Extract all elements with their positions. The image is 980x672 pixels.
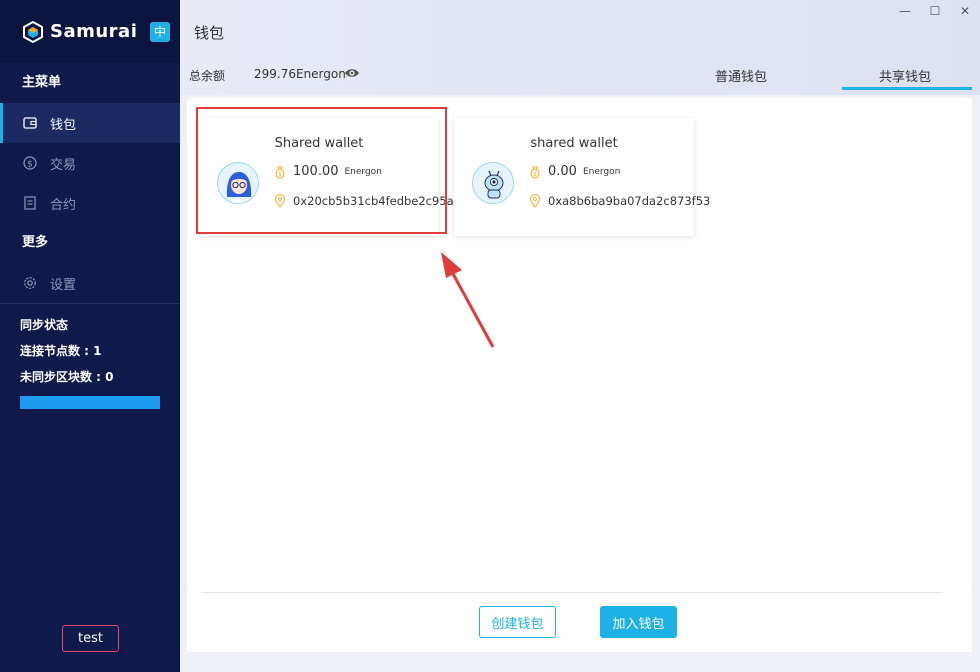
money-bag-icon: $: [530, 165, 540, 179]
close-icon[interactable]: ✕: [958, 4, 972, 18]
sidebar-item-transaction[interactable]: $ 交易: [0, 143, 180, 183]
wallet-unit: Energon: [582, 166, 621, 177]
sidebar: Samurai 中 主菜单 钱包 $ 交易 合约 更多 设置 同步状态 连接节点…: [0, 0, 180, 672]
unsynced-blocks-label: 未同步区块数 :: [20, 370, 106, 384]
robot-avatar-icon: [472, 162, 514, 204]
top-bar: 钱包 — ☐ ✕ 总余额 299.76Energon 普通钱包 共享钱包: [180, 0, 980, 95]
svg-text:$: $: [27, 160, 33, 170]
wallet-name: shared wallet: [530, 136, 618, 151]
sync-status: 同步状态 连接节点数 : 1 未同步区块数 : 0: [0, 304, 180, 417]
sidebar-item-label: 设置: [50, 277, 77, 293]
sync-title: 同步状态: [20, 318, 69, 332]
unsynced-blocks: 未同步区块数 : 0: [20, 364, 160, 390]
join-wallet-button[interactable]: 加入钱包: [600, 606, 677, 638]
sidebar-item-wallet[interactable]: 钱包: [0, 103, 180, 143]
action-bar-divider: [202, 592, 942, 593]
dollar-circle-icon: $: [22, 155, 38, 171]
minimize-icon[interactable]: —: [898, 4, 912, 18]
wallet-card[interactable]: shared wallet $ 0.00 Energon 0xa8b6ba9ba…: [454, 118, 710, 236]
more-title: 更多: [22, 235, 49, 250]
window-controls: — ☐ ✕: [898, 4, 972, 18]
contract-icon: [22, 195, 38, 211]
sidebar-item-settings[interactable]: 设置: [0, 263, 180, 303]
page-title: 钱包: [194, 24, 225, 42]
samurai-logo-icon: [23, 20, 43, 43]
sidebar-item-contract[interactable]: 合约: [0, 183, 180, 223]
svg-text:$: $: [533, 171, 537, 178]
connected-nodes-label: 连接节点数 :: [20, 344, 94, 358]
unsynced-blocks-value: 0: [105, 370, 114, 384]
brand-header: Samurai 中: [0, 0, 180, 63]
sync-progress-bar: [20, 396, 160, 409]
language-toggle[interactable]: 中: [150, 21, 170, 42]
sync-progress-fill: [20, 396, 160, 409]
create-wallet-button[interactable]: 创建钱包: [479, 606, 556, 638]
active-tab-indicator: [842, 87, 972, 90]
wallet-address-row: 0xa8b6ba9ba07da2c873f53: [528, 194, 710, 208]
connected-nodes: 连接节点数 : 1: [20, 338, 160, 364]
action-bar: 创建钱包 加入钱包: [187, 590, 972, 652]
highlight-box: [196, 107, 447, 234]
wallet-icon: [22, 115, 38, 131]
user-account-button[interactable]: test: [62, 625, 119, 652]
sidebar-item-label: 交易: [50, 157, 77, 173]
wallet-balance: $ 0.00 Energon: [528, 164, 620, 179]
wallet-amount: 0.00: [548, 164, 577, 179]
maximize-icon[interactable]: ☐: [928, 4, 942, 18]
main-area: 钱包 — ☐ ✕ 总余额 299.76Energon 普通钱包 共享钱包 Sha…: [180, 0, 980, 672]
location-pin-icon: [529, 194, 541, 208]
gear-icon: [22, 275, 38, 291]
total-balance-label: 总余额: [189, 69, 226, 83]
tab-shared-wallet[interactable]: 共享钱包: [879, 66, 931, 85]
sidebar-item-label: 合约: [50, 197, 77, 213]
eye-icon[interactable]: [344, 66, 360, 80]
brand-name: Samurai: [50, 21, 138, 42]
sidebar-item-label: 钱包: [50, 117, 77, 133]
wallet-address: 0xa8b6ba9ba07da2c873f53: [548, 194, 711, 208]
tab-normal-wallet[interactable]: 普通钱包: [715, 66, 767, 85]
total-balance-value: 299.76Energon: [254, 67, 346, 81]
main-menu-title: 主菜单: [22, 75, 62, 90]
connected-nodes-value: 1: [93, 344, 102, 358]
